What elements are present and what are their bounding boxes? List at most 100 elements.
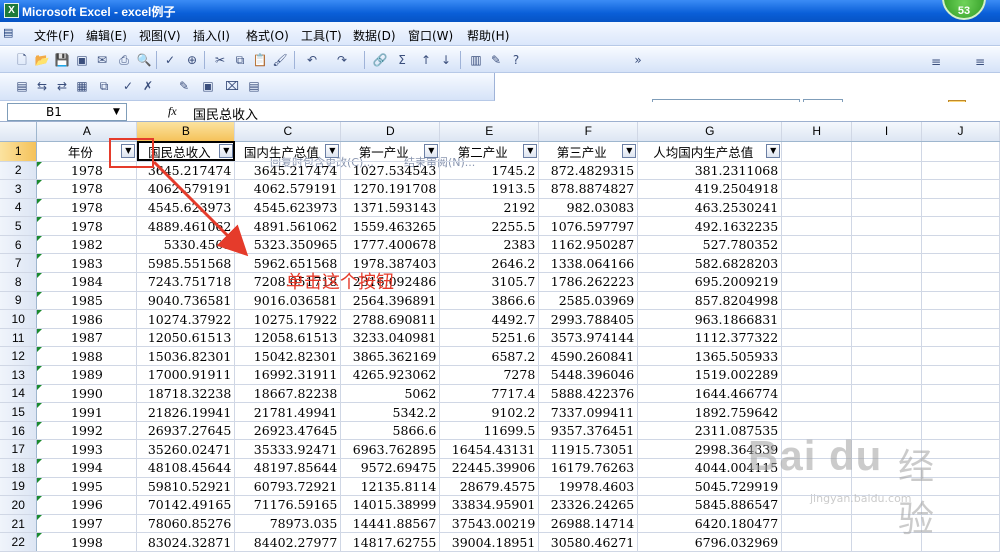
row-header[interactable]: 1 <box>0 141 38 162</box>
data-cell[interactable]: 14817.62755 <box>340 532 441 552</box>
data-cell[interactable]: 4062.579191 <box>234 179 342 199</box>
data-cell[interactable]: 1027.534543 <box>340 161 441 181</box>
data-cell[interactable]: 1995 <box>36 477 138 497</box>
row-header[interactable]: 20 <box>0 495 38 515</box>
data-cell[interactable]: 1338.064166 <box>538 253 639 274</box>
menu-edit[interactable]: 编辑(E) <box>86 27 127 44</box>
column-header[interactable]: J <box>921 122 1000 142</box>
print-icon[interactable]: ⎙ <box>116 52 132 68</box>
empty-cell[interactable] <box>781 179 853 199</box>
menu-format[interactable]: 格式(O) <box>246 27 289 44</box>
review-icon-3[interactable]: ⇄ <box>54 78 70 94</box>
data-cell[interactable]: 17000.91911 <box>136 365 236 385</box>
data-cell[interactable]: 60793.72921 <box>234 477 342 497</box>
column-header[interactable]: F <box>538 122 639 142</box>
row-header[interactable]: 3 <box>0 179 38 199</box>
hyperlink-icon[interactable]: 🔗 <box>372 52 388 68</box>
data-cell[interactable]: 1998 <box>36 532 138 552</box>
data-cell[interactable]: 7337.099411 <box>538 402 639 422</box>
data-cell[interactable]: 6420.180477 <box>637 514 783 534</box>
align-left-icon[interactable]: ≡ <box>928 54 944 70</box>
data-cell[interactable]: 1644.466774 <box>637 384 783 404</box>
paste-icon[interactable]: 📋 <box>252 52 268 68</box>
row-header[interactable]: 5 <box>0 216 38 236</box>
formula-input[interactable]: 国民总收入 <box>193 104 258 123</box>
row-header[interactable]: 8 <box>0 272 38 292</box>
empty-cell[interactable] <box>781 235 853 255</box>
empty-cell[interactable] <box>851 309 923 329</box>
save-icon[interactable]: 💾 <box>54 52 70 68</box>
menu-data[interactable]: 数据(D) <box>353 27 396 44</box>
column-header[interactable]: E <box>439 122 540 142</box>
data-cell[interactable]: 527.780352 <box>637 235 783 255</box>
review-icon-1[interactable]: ▤ <box>14 78 30 94</box>
data-cell[interactable]: 6587.2 <box>439 346 540 367</box>
data-cell[interactable]: 9102.2 <box>439 402 540 422</box>
accept-change-icon[interactable]: ✓ <box>120 78 136 94</box>
data-cell[interactable]: 16454.43131 <box>439 439 540 459</box>
column-header[interactable]: H <box>781 122 853 142</box>
data-cell[interactable]: 492.1632235 <box>637 216 783 236</box>
row-header[interactable]: 10 <box>0 309 38 329</box>
data-cell[interactable]: 48108.45644 <box>136 458 236 478</box>
data-cell[interactable]: 381.2311068 <box>637 161 783 181</box>
data-cell[interactable]: 963.1866831 <box>637 309 783 329</box>
row-header[interactable]: 9 <box>0 291 38 311</box>
empty-cell[interactable] <box>921 346 1000 367</box>
row-header[interactable]: 16 <box>0 421 38 441</box>
empty-cell[interactable] <box>921 141 1000 162</box>
empty-cell[interactable] <box>781 198 853 218</box>
empty-cell[interactable] <box>851 365 923 385</box>
data-cell[interactable]: 71176.59165 <box>234 495 342 515</box>
data-cell[interactable]: 1777.400678 <box>340 235 441 255</box>
undo-icon[interactable]: ↶ <box>304 52 320 68</box>
data-cell[interactable]: 9357.376451 <box>538 421 639 441</box>
empty-cell[interactable] <box>781 272 853 292</box>
data-cell[interactable]: 419.2504918 <box>637 179 783 199</box>
autofilter-dropdown-button[interactable]: ▼ <box>523 143 538 158</box>
excel-doc-icon[interactable]: ▤ <box>3 26 15 42</box>
empty-cell[interactable] <box>851 291 923 311</box>
data-cell[interactable]: 10274.37922 <box>136 309 236 329</box>
data-cell[interactable]: 26923.47645 <box>234 421 342 441</box>
email-icon[interactable]: ✉ <box>94 52 110 68</box>
data-cell[interactable]: 1997 <box>36 514 138 534</box>
data-cell[interactable]: 1913.5 <box>439 179 540 199</box>
sort-ascending-icon[interactable]: ↑ <box>418 52 434 68</box>
data-cell[interactable]: 2192 <box>439 198 540 218</box>
autofilter-dropdown-button[interactable]: ▼ <box>766 143 781 158</box>
data-cell[interactable]: 2788.690811 <box>340 309 441 329</box>
data-cell[interactable]: 3645.217474 <box>234 161 342 181</box>
empty-cell[interactable] <box>781 328 853 348</box>
menu-tools[interactable]: 工具(T) <box>301 27 342 44</box>
permission-icon[interactable]: ▣ <box>74 52 90 68</box>
empty-cell[interactable] <box>921 272 1000 292</box>
data-cell[interactable]: 16179.76263 <box>538 458 639 478</box>
data-cell[interactable]: 12058.61513 <box>234 328 342 348</box>
data-cell[interactable]: 11915.73051 <box>538 439 639 459</box>
row-header[interactable]: 2 <box>0 161 38 181</box>
autofilter-dropdown-button[interactable]: ▼ <box>622 143 637 158</box>
empty-cell[interactable] <box>851 161 923 181</box>
data-cell[interactable]: 15036.82301 <box>136 346 236 367</box>
empty-cell[interactable] <box>781 514 853 534</box>
empty-cell[interactable] <box>781 384 853 404</box>
data-cell[interactable]: 5448.396046 <box>538 365 639 385</box>
data-cell[interactable]: 4891.561062 <box>234 216 342 236</box>
data-cell[interactable]: 1991 <box>36 402 138 422</box>
data-cell[interactable]: 18718.32238 <box>136 384 236 404</box>
empty-cell[interactable] <box>921 253 1000 274</box>
new-document-icon[interactable]: 🗋 <box>14 52 30 68</box>
header-cell[interactable]: 国内生产总值 ▼ <box>234 141 342 162</box>
data-cell[interactable]: 5342.2 <box>340 402 441 422</box>
data-cell[interactable]: 14015.38999 <box>340 495 441 515</box>
empty-cell[interactable] <box>921 235 1000 255</box>
data-cell[interactable]: 1076.597797 <box>538 216 639 236</box>
sort-descending-icon[interactable]: ↓ <box>438 52 454 68</box>
data-cell[interactable]: 695.2009219 <box>637 272 783 292</box>
row-header[interactable]: 22 <box>0 532 38 552</box>
data-cell[interactable]: 9572.69475 <box>340 458 441 478</box>
data-cell[interactable]: 37543.00219 <box>439 514 540 534</box>
data-cell[interactable]: 16992.31911 <box>234 365 342 385</box>
empty-cell[interactable] <box>851 235 923 255</box>
